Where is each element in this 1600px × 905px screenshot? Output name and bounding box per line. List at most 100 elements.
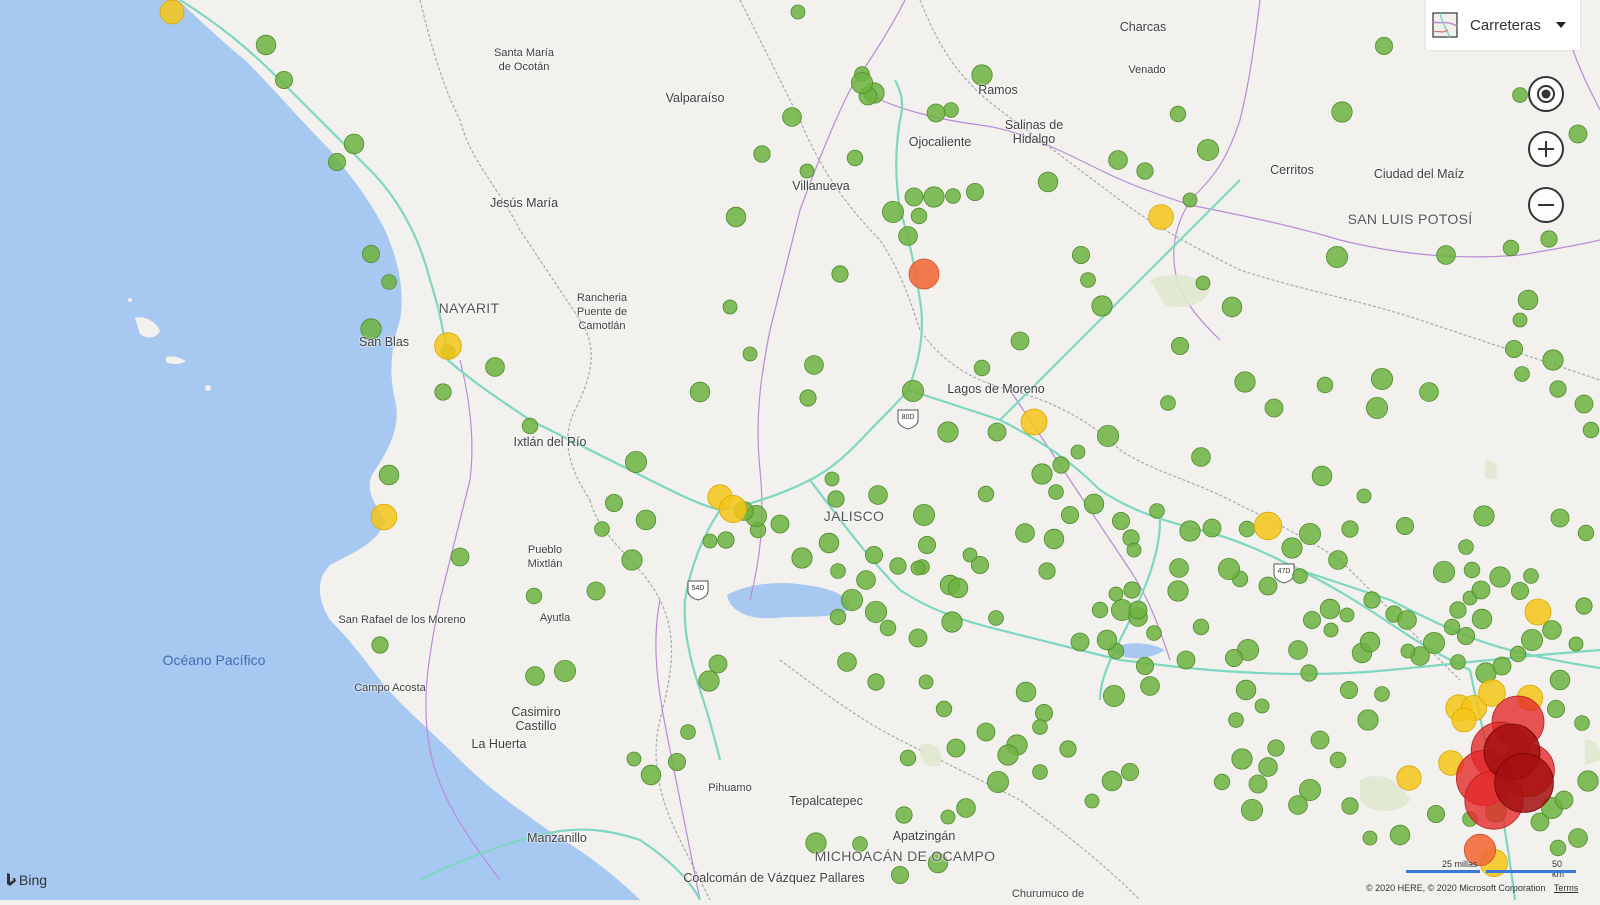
green-marker[interactable] [882,200,905,223]
map-style-picker[interactable]: Carreteras [1426,0,1580,50]
green-marker[interactable] [708,654,728,674]
green-marker[interactable] [1400,643,1416,659]
green-marker[interactable] [698,670,720,692]
green-marker[interactable] [804,355,824,375]
green-marker[interactable] [1096,629,1118,651]
green-marker[interactable] [1146,625,1162,641]
green-marker[interactable] [1574,715,1590,731]
green-marker[interactable] [1574,394,1594,414]
green-marker[interactable] [1010,331,1030,351]
green-marker[interactable] [945,188,961,204]
green-marker[interactable] [913,503,936,526]
green-marker[interactable] [987,771,1010,794]
green-marker[interactable] [1182,192,1198,208]
green-marker[interactable] [1577,524,1595,542]
green-marker[interactable] [1123,581,1141,599]
green-marker[interactable] [943,102,959,118]
green-marker[interactable] [742,346,758,362]
green-marker[interactable] [1577,770,1599,792]
green-marker[interactable] [856,570,876,590]
green-marker[interactable] [1329,751,1347,769]
green-marker[interactable] [378,464,400,486]
green-marker[interactable] [918,536,937,555]
green-marker[interactable] [1505,339,1524,358]
green-marker[interactable] [1080,272,1096,288]
green-marker[interactable] [827,490,845,508]
green-marker[interactable] [1267,739,1285,757]
green-marker[interactable] [926,103,946,123]
green-marker[interactable] [898,226,918,246]
green-marker[interactable] [1449,601,1467,619]
yellow-marker[interactable] [370,503,398,531]
green-marker[interactable] [1328,550,1348,570]
green-marker[interactable] [1015,681,1037,703]
green-marker[interactable] [790,4,806,20]
green-marker[interactable] [868,485,888,505]
green-marker[interactable] [971,556,990,575]
green-marker[interactable] [1300,664,1318,682]
green-marker[interactable] [1339,607,1355,623]
green-marker[interactable] [1374,686,1390,702]
green-marker[interactable] [937,421,959,443]
green-marker[interactable] [625,450,648,473]
green-marker[interactable] [1038,562,1056,580]
green-marker[interactable] [1471,580,1491,600]
green-marker[interactable] [988,610,1004,626]
locate-me-button[interactable] [1528,76,1564,112]
green-marker[interactable] [668,753,687,772]
green-marker[interactable] [782,107,802,127]
green-marker[interactable] [1568,124,1588,144]
green-marker[interactable] [1235,679,1257,701]
green-marker[interactable] [1549,380,1567,398]
green-marker[interactable] [1221,296,1243,318]
green-marker[interactable] [1540,230,1558,248]
green-marker[interactable] [594,521,610,537]
bing-logo[interactable]: Bing [6,872,47,888]
green-marker[interactable] [717,531,735,549]
green-marker[interactable] [1048,484,1064,500]
green-marker[interactable] [381,274,397,290]
green-marker[interactable] [1179,520,1201,542]
green-marker[interactable] [1288,640,1308,660]
green-marker[interactable] [770,514,790,534]
green-marker[interactable] [1126,542,1142,558]
green-marker[interactable] [1288,795,1308,815]
green-marker[interactable] [605,493,624,512]
green-marker[interactable] [997,744,1019,766]
green-marker[interactable] [1241,799,1264,822]
green-marker[interactable] [1031,463,1053,485]
green-marker[interactable] [1043,528,1065,550]
green-marker[interactable] [1169,105,1187,123]
green-marker[interactable] [1061,505,1080,524]
green-marker[interactable] [1171,336,1190,355]
green-marker[interactable] [1514,366,1530,382]
green-marker[interactable] [1052,456,1070,474]
green-marker[interactable] [361,244,380,263]
green-marker[interactable] [791,547,813,569]
orange-marker[interactable] [908,258,940,290]
green-marker[interactable] [918,674,934,690]
green-marker[interactable] [1517,289,1539,311]
green-marker[interactable] [904,187,924,207]
green-marker[interactable] [1015,523,1035,543]
green-marker[interactable] [1389,824,1411,846]
yellow-marker[interactable] [1020,408,1048,436]
green-marker[interactable] [1091,601,1109,619]
green-marker[interactable] [702,533,718,549]
green-marker[interactable] [956,798,976,818]
green-marker[interactable] [1489,566,1511,588]
green-marker[interactable] [899,749,917,767]
green-marker[interactable] [1523,568,1539,584]
green-marker[interactable] [1397,610,1417,630]
green-marker[interactable] [1492,656,1512,676]
green-marker[interactable] [966,182,985,201]
green-marker[interactable] [1310,730,1330,750]
green-marker[interactable] [1341,520,1359,538]
green-marker[interactable] [343,133,365,155]
green-marker[interactable] [626,751,642,767]
green-marker[interactable] [1582,421,1600,439]
green-marker[interactable] [946,738,966,758]
green-marker[interactable] [1375,37,1394,56]
green-marker[interactable] [1509,645,1527,663]
green-marker[interactable] [1326,245,1349,268]
